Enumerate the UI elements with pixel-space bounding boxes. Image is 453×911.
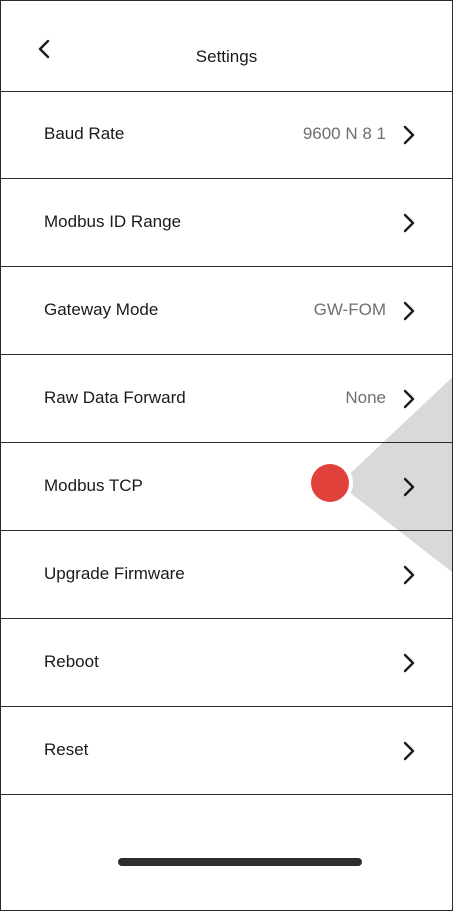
row-label: Baud Rate xyxy=(44,124,125,143)
chevron-right-icon xyxy=(403,565,415,585)
settings-row-upgrade-firmware[interactable]: Upgrade Firmware xyxy=(1,531,452,619)
header: Settings xyxy=(1,1,452,92)
settings-row-reset[interactable]: Reset xyxy=(1,707,452,795)
row-value: 9600 N 8 1 xyxy=(302,124,386,143)
chevron-right-icon xyxy=(403,213,415,233)
row-label: Upgrade Firmware xyxy=(44,564,185,583)
settings-list: Baud Rate 9600 N 8 1 Modbus ID Range Gat… xyxy=(1,91,452,795)
chevron-right-icon xyxy=(403,301,415,321)
settings-row-modbus-tcp[interactable]: Modbus TCP xyxy=(1,443,452,531)
chevron-right-icon xyxy=(403,389,415,409)
settings-row-baud-rate[interactable]: Baud Rate 9600 N 8 1 xyxy=(1,91,452,179)
row-label: Reboot xyxy=(44,652,99,671)
touch-indicator-dot xyxy=(311,464,349,502)
row-label: Modbus ID Range xyxy=(44,212,182,231)
settings-row-raw-data-forward[interactable]: Raw Data Forward None xyxy=(1,355,452,443)
row-label: Modbus TCP xyxy=(44,476,143,495)
chevron-right-icon xyxy=(403,741,415,761)
row-value: None xyxy=(345,388,386,407)
row-value: GW-FOM xyxy=(313,300,386,319)
settings-row-gateway-mode[interactable]: Gateway Mode GW-FOM xyxy=(1,267,452,355)
settings-row-reboot[interactable]: Reboot xyxy=(1,619,452,707)
row-label: Reset xyxy=(44,740,89,759)
home-indicator[interactable] xyxy=(118,858,362,866)
page-title: Settings xyxy=(195,47,258,66)
chevron-right-icon xyxy=(403,477,415,497)
settings-row-modbus-id-range[interactable]: Modbus ID Range xyxy=(1,179,452,267)
row-label: Raw Data Forward xyxy=(44,388,186,407)
chevron-right-icon xyxy=(403,125,415,145)
row-label: Gateway Mode xyxy=(44,300,159,319)
settings-screen: Settings Baud Rate 9600 N 8 1 Modbus ID … xyxy=(0,0,453,911)
chevron-right-icon xyxy=(403,653,415,673)
